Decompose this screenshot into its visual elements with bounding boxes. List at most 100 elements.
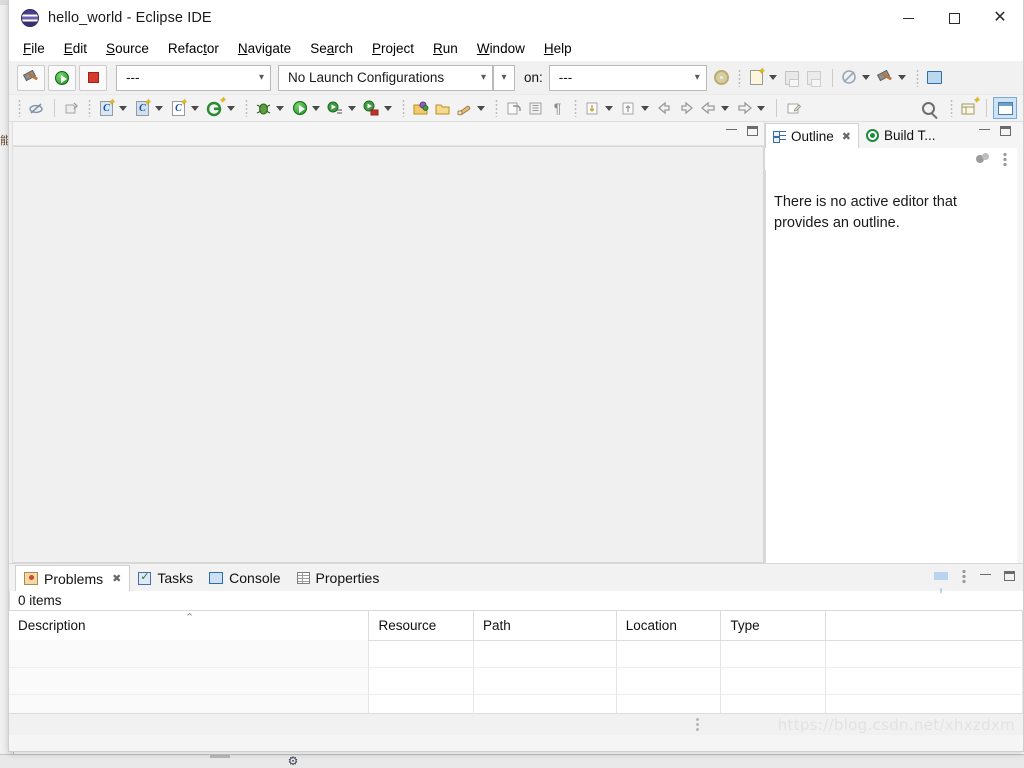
back-button[interactable] bbox=[698, 97, 719, 119]
menu-project[interactable]: Project bbox=[372, 41, 425, 56]
editor-minimize-button[interactable] bbox=[726, 129, 737, 133]
close-icon[interactable]: ✖ bbox=[842, 130, 851, 143]
tab-console[interactable]: Console bbox=[201, 565, 288, 591]
menu-file[interactable]: File bbox=[23, 41, 56, 56]
forward-button[interactable] bbox=[734, 97, 755, 119]
view-menu-icon[interactable] bbox=[961, 569, 967, 583]
prev-edit-location-button[interactable] bbox=[654, 97, 675, 119]
forward-dropdown-arrow-icon[interactable] bbox=[757, 105, 765, 111]
table-row[interactable] bbox=[9, 694, 1023, 713]
table-row[interactable] bbox=[9, 640, 1023, 668]
new-c-file-dropdown-arrow-icon[interactable] bbox=[191, 105, 199, 111]
run-button[interactable] bbox=[48, 64, 76, 91]
open-resource-button[interactable] bbox=[410, 97, 431, 119]
menu-help[interactable]: Help bbox=[544, 41, 583, 56]
problems-minimize-button[interactable] bbox=[980, 574, 991, 578]
new-c-class-dropdown-arrow-icon[interactable] bbox=[119, 105, 127, 111]
toolbar-separator-line bbox=[54, 99, 55, 117]
debug-dropdown-arrow-icon[interactable] bbox=[276, 105, 284, 111]
c-cpp-perspective-button[interactable] bbox=[993, 97, 1017, 119]
next-edit-location-button[interactable] bbox=[676, 97, 697, 119]
skip-breakpoints-button[interactable] bbox=[839, 67, 860, 89]
maximize-button[interactable] bbox=[931, 0, 977, 36]
tab-outline[interactable]: Outline ✖ bbox=[765, 123, 859, 148]
debug-button[interactable] bbox=[253, 97, 274, 119]
new-wizard-button[interactable]: ✦ bbox=[746, 67, 767, 89]
launch-configuration-combo[interactable]: No Launch Configurations ▾ bbox=[278, 64, 493, 91]
menu-run[interactable]: Run bbox=[433, 41, 469, 56]
build-button[interactable] bbox=[17, 64, 45, 91]
open-folder-button[interactable] bbox=[432, 97, 453, 119]
build-configuration-dropdown-arrow-icon[interactable] bbox=[477, 105, 485, 111]
save-button[interactable] bbox=[782, 67, 803, 89]
menu-refactor[interactable]: Refactor bbox=[168, 41, 230, 56]
previous-annotation-button[interactable] bbox=[618, 97, 639, 119]
build-all-button[interactable] bbox=[875, 67, 896, 89]
new-c-file-button[interactable]: C ✦ bbox=[168, 97, 189, 119]
new-untitled-file-button[interactable] bbox=[783, 97, 804, 119]
tab-problems[interactable]: Problems ✖ bbox=[15, 565, 131, 591]
run-last-tool-button[interactable] bbox=[325, 97, 346, 119]
open-type-button[interactable] bbox=[61, 97, 82, 119]
table-row[interactable] bbox=[9, 667, 1023, 695]
close-icon[interactable]: ✖ bbox=[112, 572, 121, 585]
column-header-description[interactable]: Description ⌃ bbox=[9, 611, 370, 640]
launch-mode-extra-combo[interactable]: ▾ bbox=[493, 64, 515, 91]
menu-edit[interactable]: Edit bbox=[64, 41, 98, 56]
column-header-resource[interactable]: Resource bbox=[368, 611, 475, 641]
menu-search[interactable]: Search bbox=[310, 41, 364, 56]
toggle-mark-occurrences-button[interactable] bbox=[26, 97, 47, 119]
open-perspective-button[interactable]: ✦ bbox=[958, 95, 980, 119]
launch-target-combo[interactable]: --- ▾ bbox=[548, 64, 707, 91]
new-c-class-button[interactable]: C ✦ bbox=[96, 97, 117, 119]
tab-properties[interactable]: Properties bbox=[289, 565, 388, 591]
export-button[interactable] bbox=[503, 97, 524, 119]
run-toolbar-button[interactable] bbox=[289, 97, 310, 119]
close-button[interactable]: ✕ bbox=[977, 0, 1023, 36]
statusbar-grip[interactable] bbox=[695, 717, 700, 732]
previous-annotation-dropdown-arrow-icon[interactable] bbox=[641, 105, 649, 111]
column-header-location[interactable]: Location bbox=[616, 611, 722, 641]
run-remote-button[interactable] bbox=[361, 97, 382, 119]
stop-button[interactable] bbox=[79, 64, 107, 91]
menu-source[interactable]: Source bbox=[106, 41, 160, 56]
show-whitespace-button[interactable]: ¶ bbox=[547, 97, 568, 119]
build-configuration-button[interactable] bbox=[454, 97, 475, 119]
run-dropdown-arrow-icon[interactable] bbox=[312, 105, 320, 111]
next-annotation-button[interactable] bbox=[582, 97, 603, 119]
build-all-dropdown-arrow-icon[interactable] bbox=[897, 75, 906, 80]
new-c-project-button[interactable]: C ✦ bbox=[132, 97, 153, 119]
problems-maximize-button[interactable] bbox=[1004, 571, 1015, 581]
new-c-project-dropdown-arrow-icon[interactable] bbox=[155, 105, 163, 111]
sort-toggle-icon[interactable] bbox=[976, 153, 990, 165]
launch-settings-button[interactable] bbox=[711, 67, 732, 89]
open-console-button[interactable] bbox=[924, 67, 945, 89]
book-button[interactable] bbox=[525, 97, 546, 119]
problems-table-wrapper[interactable]: Description ⌃ Resource Path Location Typ… bbox=[9, 610, 1023, 713]
editor-canvas[interactable] bbox=[13, 146, 764, 563]
launch-mode-combo[interactable]: --- ▾ bbox=[116, 64, 271, 91]
column-header-path[interactable]: Path bbox=[473, 611, 617, 641]
tab-tasks[interactable]: Tasks bbox=[130, 565, 201, 591]
filter-icon[interactable] bbox=[934, 572, 948, 593]
outline-maximize-button[interactable] bbox=[1000, 126, 1011, 136]
tab-build-targets[interactable]: Build T... bbox=[859, 123, 943, 148]
menubar: File Edit Source Refactor Navigate Searc… bbox=[9, 36, 1023, 61]
run-remote-dropdown-arrow-icon[interactable] bbox=[384, 105, 392, 111]
menu-navigate[interactable]: Navigate bbox=[238, 41, 302, 56]
search-button[interactable] bbox=[918, 97, 939, 119]
outline-minimize-button[interactable] bbox=[979, 129, 990, 133]
save-all-button[interactable] bbox=[804, 67, 825, 89]
new-git-button[interactable]: ✦ bbox=[204, 95, 226, 119]
new-wizard-dropdown-arrow-icon[interactable] bbox=[768, 75, 777, 80]
view-menu-icon[interactable] bbox=[1002, 152, 1008, 166]
minimize-button[interactable] bbox=[885, 0, 931, 36]
skip-breakpoints-dropdown-arrow-icon[interactable] bbox=[861, 75, 870, 80]
run-last-tool-dropdown-arrow-icon[interactable] bbox=[348, 105, 356, 111]
new-git-dropdown-arrow-icon[interactable] bbox=[227, 105, 235, 111]
editor-maximize-button[interactable] bbox=[747, 126, 758, 136]
menu-window[interactable]: Window bbox=[477, 41, 536, 56]
next-annotation-dropdown-arrow-icon[interactable] bbox=[605, 105, 613, 111]
column-header-type[interactable]: Type bbox=[720, 611, 826, 641]
back-dropdown-arrow-icon[interactable] bbox=[721, 105, 729, 111]
